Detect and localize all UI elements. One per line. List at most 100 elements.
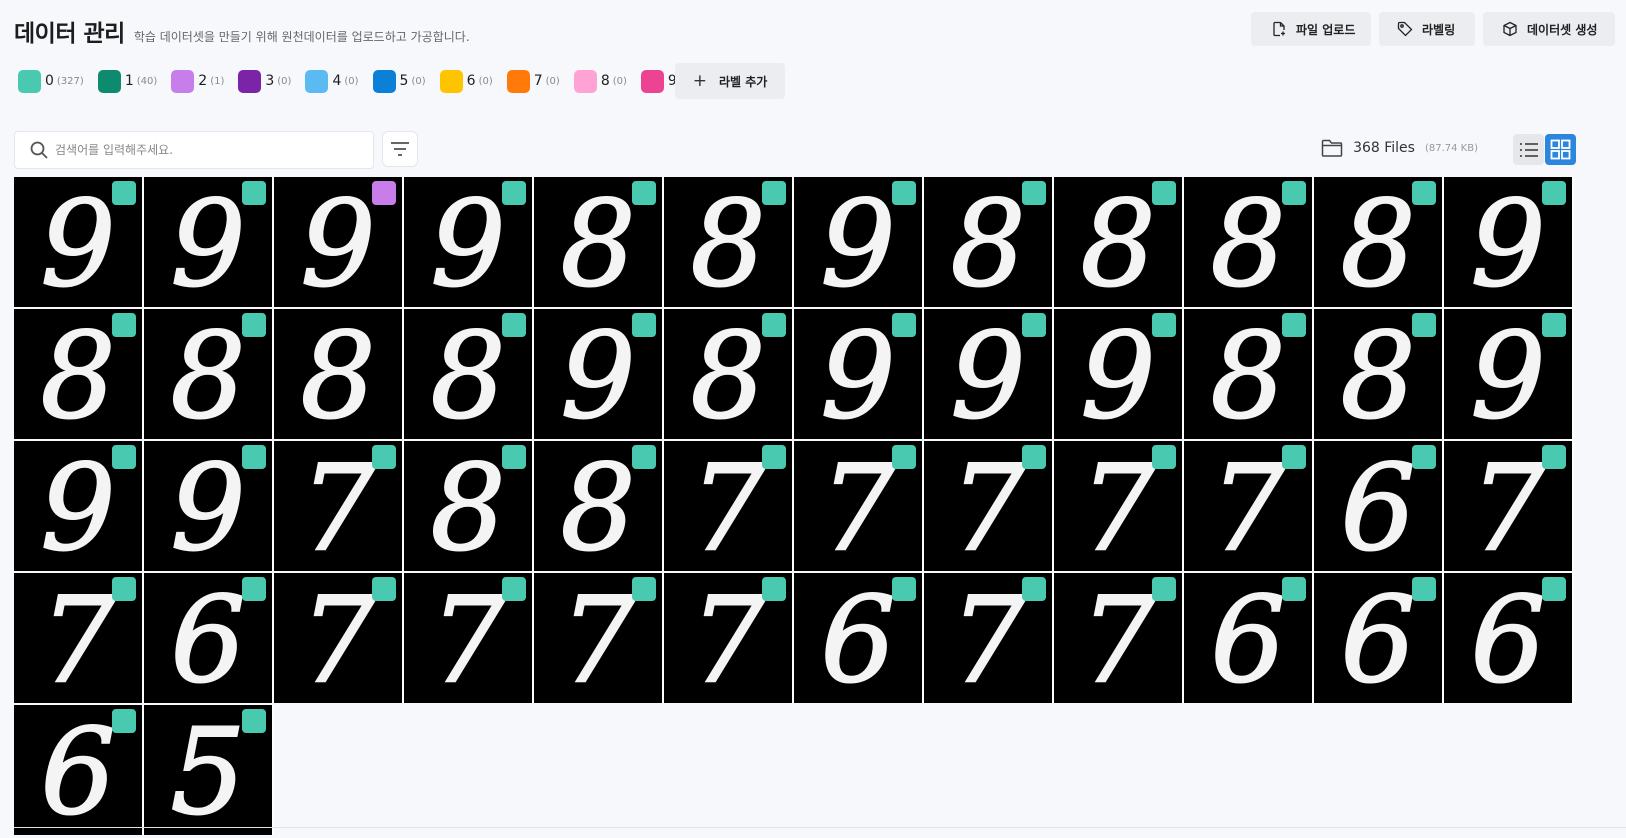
image-tile[interactable]: 7 [1054,441,1184,571]
image-tile[interactable]: 9 [794,177,924,307]
image-tile[interactable]: 7 [534,573,664,703]
image-tile[interactable]: 7 [1054,573,1184,703]
image-tile[interactable]: 8 [924,177,1054,307]
svg-text:8: 8 [1340,309,1415,439]
label-tag [242,577,266,601]
label-chip-5[interactable]: 5 (0) [372,68,426,94]
label-chip-7[interactable]: 7 (0) [506,68,560,94]
label-count: (0) [344,75,359,87]
image-tile[interactable]: 9 [274,177,404,307]
label-chip-0[interactable]: 0 (327) [18,68,84,94]
image-tile[interactable]: 8 [1184,309,1314,439]
labeling-button[interactable]: 라벨링 [1379,12,1475,46]
label-chip-3[interactable]: 3 (0) [238,68,291,94]
image-tile[interactable]: 9 [144,177,274,307]
image-tile[interactable]: 7 [794,441,924,571]
label-chip-1[interactable]: 1 (40) [97,68,158,94]
label-count: (40) [136,75,158,87]
svg-text:6: 6 [1340,573,1415,703]
image-tile[interactable]: 8 [404,441,534,571]
image-tile[interactable]: 8 [1314,309,1444,439]
image-tile[interactable]: 8 [534,441,664,571]
image-tile[interactable]: 6 [1184,573,1314,703]
svg-text:7: 7 [560,573,635,703]
image-tile[interactable]: 6 [794,573,924,703]
image-tile[interactable]: 7 [1444,441,1574,571]
label-chip-4[interactable]: 4 (0) [305,68,359,94]
image-tile[interactable]: 8 [664,309,794,439]
image-tile[interactable]: 7 [274,441,404,571]
image-tile[interactable]: 9 [14,441,144,571]
image-tile[interactable]: 9 [1054,309,1184,439]
image-tile[interactable]: 9 [534,309,664,439]
image-tile[interactable]: 7 [1184,441,1314,571]
add-label-button[interactable]: + 라벨 추가 [675,63,785,99]
image-tile[interactable]: 7 [924,573,1054,703]
label-name: 2 [198,73,208,89]
image-tile[interactable]: 8 [664,177,794,307]
label-color-swatch [18,69,41,93]
svg-text:7: 7 [300,573,375,703]
label-tag [762,445,786,469]
create-dataset-button[interactable]: 데이터셋 생성 [1483,12,1615,46]
image-tile[interactable]: 8 [534,177,664,307]
image-tile[interactable]: 9 [404,177,534,307]
image-tile[interactable]: 9 [14,177,144,307]
grid-view-button[interactable] [1545,134,1576,165]
svg-text:8: 8 [1080,177,1155,307]
svg-text:9: 9 [40,441,115,571]
image-tile[interactable]: 8 [1054,177,1184,307]
svg-text:8: 8 [560,177,635,307]
list-view-button[interactable] [1513,134,1544,165]
label-chip-2[interactable]: 2 (1) [171,68,224,94]
image-tile[interactable]: 9 [1444,177,1574,307]
image-tile[interactable]: 6 [1314,573,1444,703]
image-tile[interactable]: 6 [14,705,144,835]
image-tile[interactable]: 7 [274,573,404,703]
image-tile[interactable]: 8 [274,309,404,439]
image-tile[interactable]: 9 [924,309,1054,439]
image-tile[interactable]: 7 [664,573,794,703]
svg-text:7: 7 [820,441,895,571]
label-tag [1282,577,1306,601]
filter-icon [391,142,409,156]
image-tile[interactable]: 8 [14,309,144,439]
svg-text:8: 8 [430,441,505,571]
image-tile[interactable]: 6 [1444,573,1574,703]
image-tile[interactable]: 7 [404,573,534,703]
label-name: 5 [399,73,409,89]
image-tile[interactable]: 6 [1314,441,1444,571]
label-count: (0) [411,75,426,87]
search-input[interactable] [55,143,355,157]
image-tile[interactable]: 7 [924,441,1054,571]
label-tag [1542,577,1566,601]
label-tag [242,709,266,733]
label-name: 0 [45,73,54,89]
label-tag [762,181,786,205]
svg-text:6: 6 [1340,441,1415,571]
image-tile[interactable]: 8 [1314,177,1444,307]
image-tile[interactable]: 8 [404,309,534,439]
label-color-swatch [640,69,664,93]
label-name: 6 [466,73,476,89]
image-tile[interactable]: 6 [144,573,274,703]
file-upload-button[interactable]: 파일 업로드 [1251,12,1371,46]
svg-text:8: 8 [40,309,115,439]
image-tile[interactable]: 5 [144,705,274,835]
top-actions: 파일 업로드 라벨링 데이터셋 생성 [1251,12,1615,46]
label-count: (0) [612,75,627,87]
image-tile[interactable]: 7 [14,573,144,703]
image-tile[interactable]: 9 [1444,309,1574,439]
image-tile[interactable]: 8 [1184,177,1314,307]
image-tile[interactable]: 8 [144,309,274,439]
label-chip-8[interactable]: 8 (0) [573,68,627,94]
image-tile[interactable]: 9 [144,441,274,571]
svg-text:8: 8 [1210,309,1285,439]
filter-button[interactable] [382,131,418,167]
search-icon [30,141,48,159]
image-tile[interactable]: 9 [794,309,924,439]
image-tile[interactable]: 7 [664,441,794,571]
svg-text:8: 8 [690,309,765,439]
label-chip-6[interactable]: 6 (0) [439,68,493,94]
svg-text:7: 7 [40,573,115,703]
